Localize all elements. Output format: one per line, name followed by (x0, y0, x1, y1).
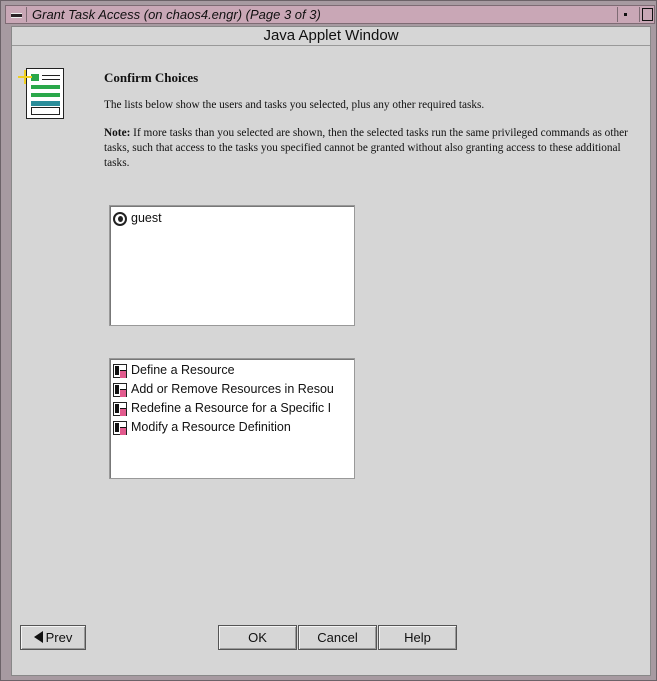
minimize-button[interactable] (617, 7, 634, 22)
list-item[interactable]: guest (113, 209, 351, 227)
title-bar[interactable]: Grant Task Access (on chaos4.engr) (Page… (5, 5, 655, 24)
arrow-left-icon (33, 631, 43, 643)
applet-header: Java Applet Window (12, 27, 650, 46)
list-item[interactable]: Define a Resource (113, 361, 351, 379)
intro-text: The lists below show the users and tasks… (104, 99, 485, 111)
window-title: Grant Task Access (on chaos4.engr) (Page… (32, 7, 321, 22)
task-label: Redefine a Resource for a Specific I (131, 401, 332, 415)
help-button[interactable]: Help (378, 625, 457, 650)
cancel-button[interactable]: Cancel (298, 625, 377, 650)
tasks-list[interactable]: Define a Resource Add or Remove Resource… (109, 358, 355, 479)
dialog-window: Grant Task Access (on chaos4.engr) (Page… (0, 0, 657, 681)
task-icon (113, 420, 127, 435)
note-label: Note: (104, 127, 131, 139)
user-icon (113, 211, 127, 226)
users-list[interactable]: guest (109, 205, 355, 326)
list-item[interactable]: Add or Remove Resources in Resou (113, 380, 351, 398)
note-body: If more tasks than you selected are show… (104, 127, 628, 169)
task-icon (113, 382, 127, 397)
list-item[interactable]: Redefine a Resource for a Specific I (113, 399, 351, 417)
list-item[interactable]: Modify a Resource Definition (113, 418, 351, 436)
user-label: guest (131, 211, 162, 225)
maximize-button[interactable] (639, 7, 654, 22)
note-text: Note: If more tasks than you selected ar… (104, 126, 639, 171)
task-label: Add or Remove Resources in Resou (131, 382, 334, 396)
applet-client-area: Java Applet Window Confirm Choices The l… (11, 26, 651, 676)
window-menu-button[interactable] (7, 7, 27, 22)
task-icon (113, 363, 127, 378)
prev-button[interactable]: Prev (20, 625, 86, 650)
task-label: Define a Resource (131, 363, 235, 377)
task-icon (113, 401, 127, 416)
prev-label: Prev (45, 630, 73, 645)
sparkle-icon (18, 70, 32, 84)
task-label: Modify a Resource Definition (131, 420, 291, 434)
page-heading: Confirm Choices (104, 70, 199, 85)
ok-button[interactable]: OK (218, 625, 297, 650)
